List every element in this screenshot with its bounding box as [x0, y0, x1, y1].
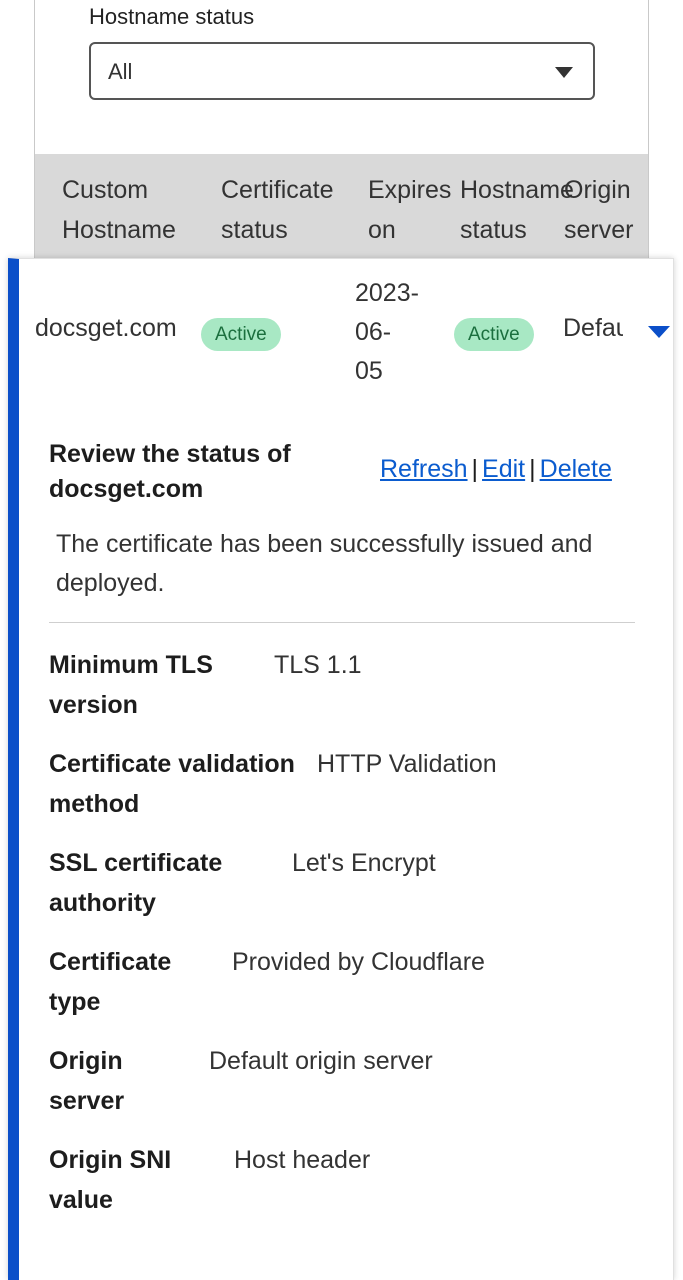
row-expires-on: 2023- 06- 05: [355, 274, 419, 391]
hostname-status-filter-label: Hostname status: [89, 4, 255, 29]
action-separator: |: [471, 455, 479, 483]
hostname-status-badge: Active: [454, 318, 534, 351]
detail-label-ssl-certificate-authority: SSL certificate authority: [49, 849, 223, 917]
collapse-row-chevron-icon[interactable]: [648, 326, 670, 338]
action-separator: |: [529, 455, 536, 483]
row-expires-on-value: 2023- 06- 05: [355, 279, 419, 385]
row-custom-hostname: docsget.com: [35, 314, 177, 342]
certificate-status-message: The certificate has been successfully is…: [56, 530, 593, 597]
detail-value-origin-sni-value: Host header: [234, 1146, 371, 1174]
details-title: Review the status of docsget.com: [49, 440, 291, 503]
hostname-status-select[interactable]: All: [89, 42, 595, 100]
column-header-expires-on[interactable]: Expires on: [368, 170, 451, 250]
table-header: Custom Hostname Certificate status Expir…: [35, 154, 648, 262]
column-header-certificate-status[interactable]: Certificate status: [221, 170, 334, 250]
detail-value-ssl-certificate-authority: Let's Encrypt: [292, 849, 436, 877]
delete-link[interactable]: Delete: [540, 455, 612, 483]
detail-label-certificate-type: Certificate type: [49, 948, 172, 1016]
column-header-custom-hostname[interactable]: Custom Hostname: [62, 170, 176, 250]
detail-value-certificate-type: Provided by Cloudflare: [232, 948, 485, 976]
edit-link[interactable]: Edit: [482, 455, 525, 483]
chevron-down-icon: [555, 67, 573, 78]
detail-value-origin-server: Default origin server: [209, 1047, 433, 1075]
detail-value-certificate-validation-method: HTTP Validation: [317, 750, 497, 778]
detail-label-minimum-tls-version: Minimum TLS version: [49, 651, 213, 719]
certificate-status-badge: Active: [201, 318, 281, 351]
column-header-hostname-status[interactable]: Hostname status: [460, 170, 574, 250]
hostname-status-select-value: All: [108, 59, 133, 84]
refresh-link[interactable]: Refresh: [380, 455, 468, 483]
detail-label-certificate-validation-method: Certificate validation method: [49, 750, 295, 818]
detail-value-minimum-tls-version: TLS 1.1: [274, 651, 362, 679]
detail-label-origin-sni-value: Origin SNI value: [49, 1146, 172, 1214]
detail-label-origin-server: Origin server: [49, 1047, 125, 1115]
row-origin-server: Default origin server: [563, 314, 623, 342]
divider: [49, 622, 635, 623]
column-header-origin-server[interactable]: Origin server: [564, 170, 633, 250]
details-actions: Refresh | Edit | Delete: [380, 455, 612, 484]
